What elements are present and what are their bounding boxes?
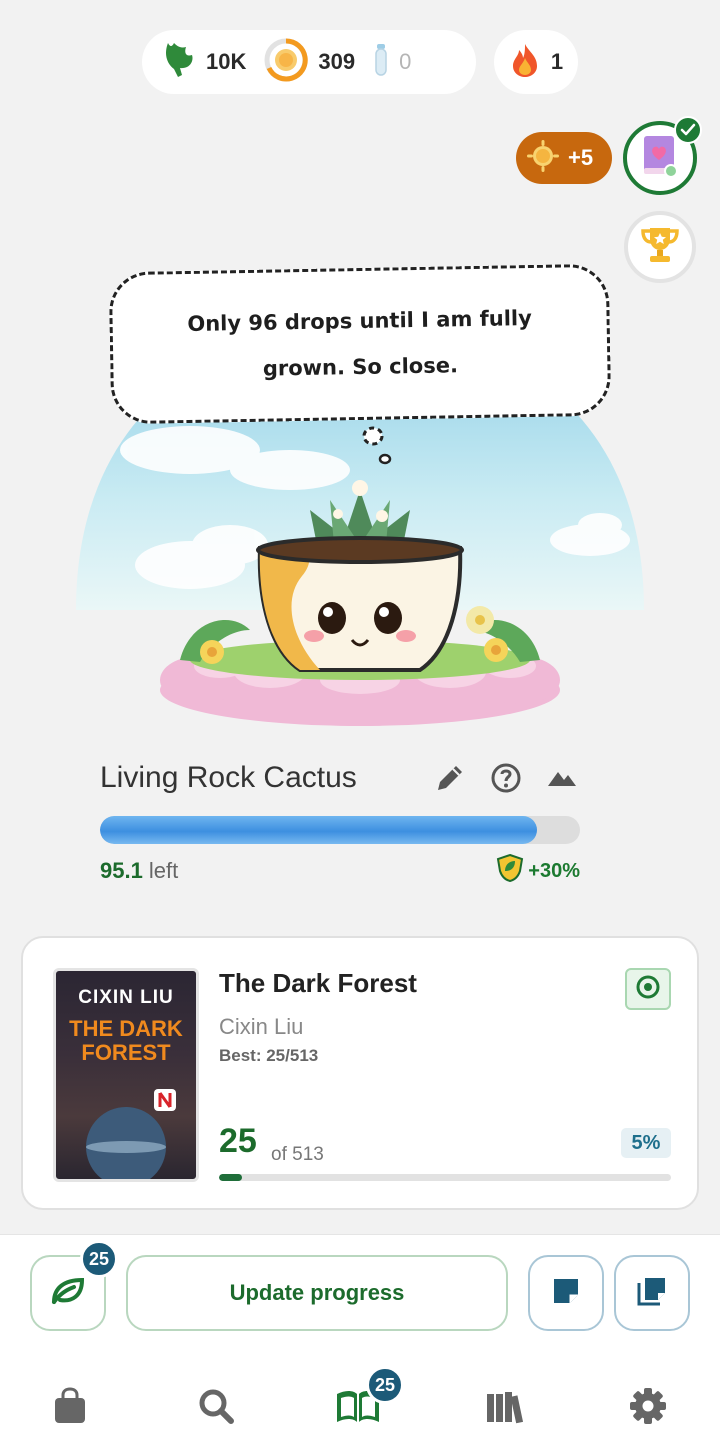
- thought-bubble: Only 96 drops until I am fully grown. So…: [108, 263, 612, 425]
- drops-left-label: left: [148, 858, 179, 883]
- notes-stack-icon: [636, 1275, 668, 1311]
- trophy-button[interactable]: [624, 211, 696, 283]
- help-icon[interactable]: [488, 760, 524, 796]
- reward-amount: +5: [568, 145, 594, 170]
- target-icon: [635, 974, 661, 1004]
- sun-reward-badge[interactable]: +5: [516, 132, 612, 184]
- note-icon: [551, 1276, 581, 1310]
- plant-progress-bar: [100, 816, 580, 844]
- plant-stats-row: 95.1 left +30%: [100, 853, 580, 889]
- total-pages: of 513: [271, 1144, 324, 1165]
- streak-pill[interactable]: 1: [494, 30, 578, 94]
- leaf-count-badge: 25: [80, 1240, 118, 1278]
- book-cover[interactable]: CIXIN LIU THE DARK FOREST: [53, 968, 199, 1182]
- potion-vial-icon: [373, 42, 389, 82]
- search-icon: [197, 1387, 235, 1429]
- coins-stat[interactable]: 309: [264, 38, 355, 86]
- boost-indicator[interactable]: +30%: [496, 853, 580, 889]
- potions-count: 0: [399, 49, 412, 74]
- reading-count-badge: 25: [366, 1366, 404, 1404]
- nav-settings[interactable]: [626, 1386, 670, 1430]
- book-author: Cixin Liu: [219, 1014, 304, 1039]
- gear-icon: [629, 1387, 667, 1429]
- shield-leaf-icon: [496, 853, 524, 889]
- mountain-icon[interactable]: [544, 760, 580, 796]
- current-page: 25: [219, 1122, 257, 1160]
- sun-coin-icon: [264, 38, 309, 86]
- nav-shop[interactable]: [48, 1386, 92, 1430]
- boost-value: +30%: [528, 859, 580, 882]
- leaves-stat[interactable]: 10K: [162, 41, 246, 83]
- sun-icon: [526, 139, 560, 177]
- nav-search[interactable]: [194, 1386, 238, 1430]
- streak-count: 1: [550, 49, 564, 74]
- book-card[interactable]: CIXIN LIU THE DARK FOREST The Dark Fores…: [21, 936, 699, 1210]
- plant-progress-fill: [100, 816, 537, 844]
- plant-name: Living Rock Cactus: [100, 761, 357, 794]
- trophy-icon: [639, 225, 681, 269]
- cover-title: THE DARK FOREST: [69, 1016, 183, 1065]
- leaf-icon: [162, 41, 196, 83]
- fire-icon: [509, 42, 541, 82]
- drops-left-value: 95.1: [100, 858, 143, 883]
- update-progress-button[interactable]: Update progress: [126, 1255, 508, 1331]
- book-progress-fill: [219, 1174, 242, 1181]
- plant-info-row: Living Rock Cactus: [100, 760, 580, 796]
- shopping-bag-icon: [52, 1387, 88, 1429]
- library-icon: [484, 1388, 524, 1428]
- notes-stack-button[interactable]: [614, 1255, 690, 1331]
- coins-count: 309: [318, 49, 356, 74]
- book-title: The Dark Forest: [219, 968, 417, 998]
- percent-badge: 5%: [621, 1128, 671, 1158]
- bottom-nav: 25: [0, 1358, 720, 1456]
- leaf-outline-icon: [50, 1276, 86, 1310]
- pencil-icon[interactable]: [432, 760, 468, 796]
- target-button[interactable]: [625, 968, 671, 1010]
- potions-stat[interactable]: 0: [373, 42, 411, 82]
- thought-text: Only 96 drops until I am fully grown. So…: [187, 305, 533, 381]
- book-best: Best: 25/513: [219, 1046, 319, 1065]
- note-button[interactable]: [528, 1255, 604, 1331]
- cover-author: CIXIN LIU: [78, 987, 174, 1008]
- check-icon: [674, 116, 702, 144]
- heart-book-icon: [640, 134, 680, 182]
- action-bar: 25 Update progress: [0, 1234, 720, 1358]
- book-progress-bar: [219, 1174, 671, 1181]
- nav-library[interactable]: [482, 1386, 526, 1430]
- stats-bar: 10K 309 0: [142, 30, 476, 94]
- leaves-count: 10K: [206, 49, 247, 74]
